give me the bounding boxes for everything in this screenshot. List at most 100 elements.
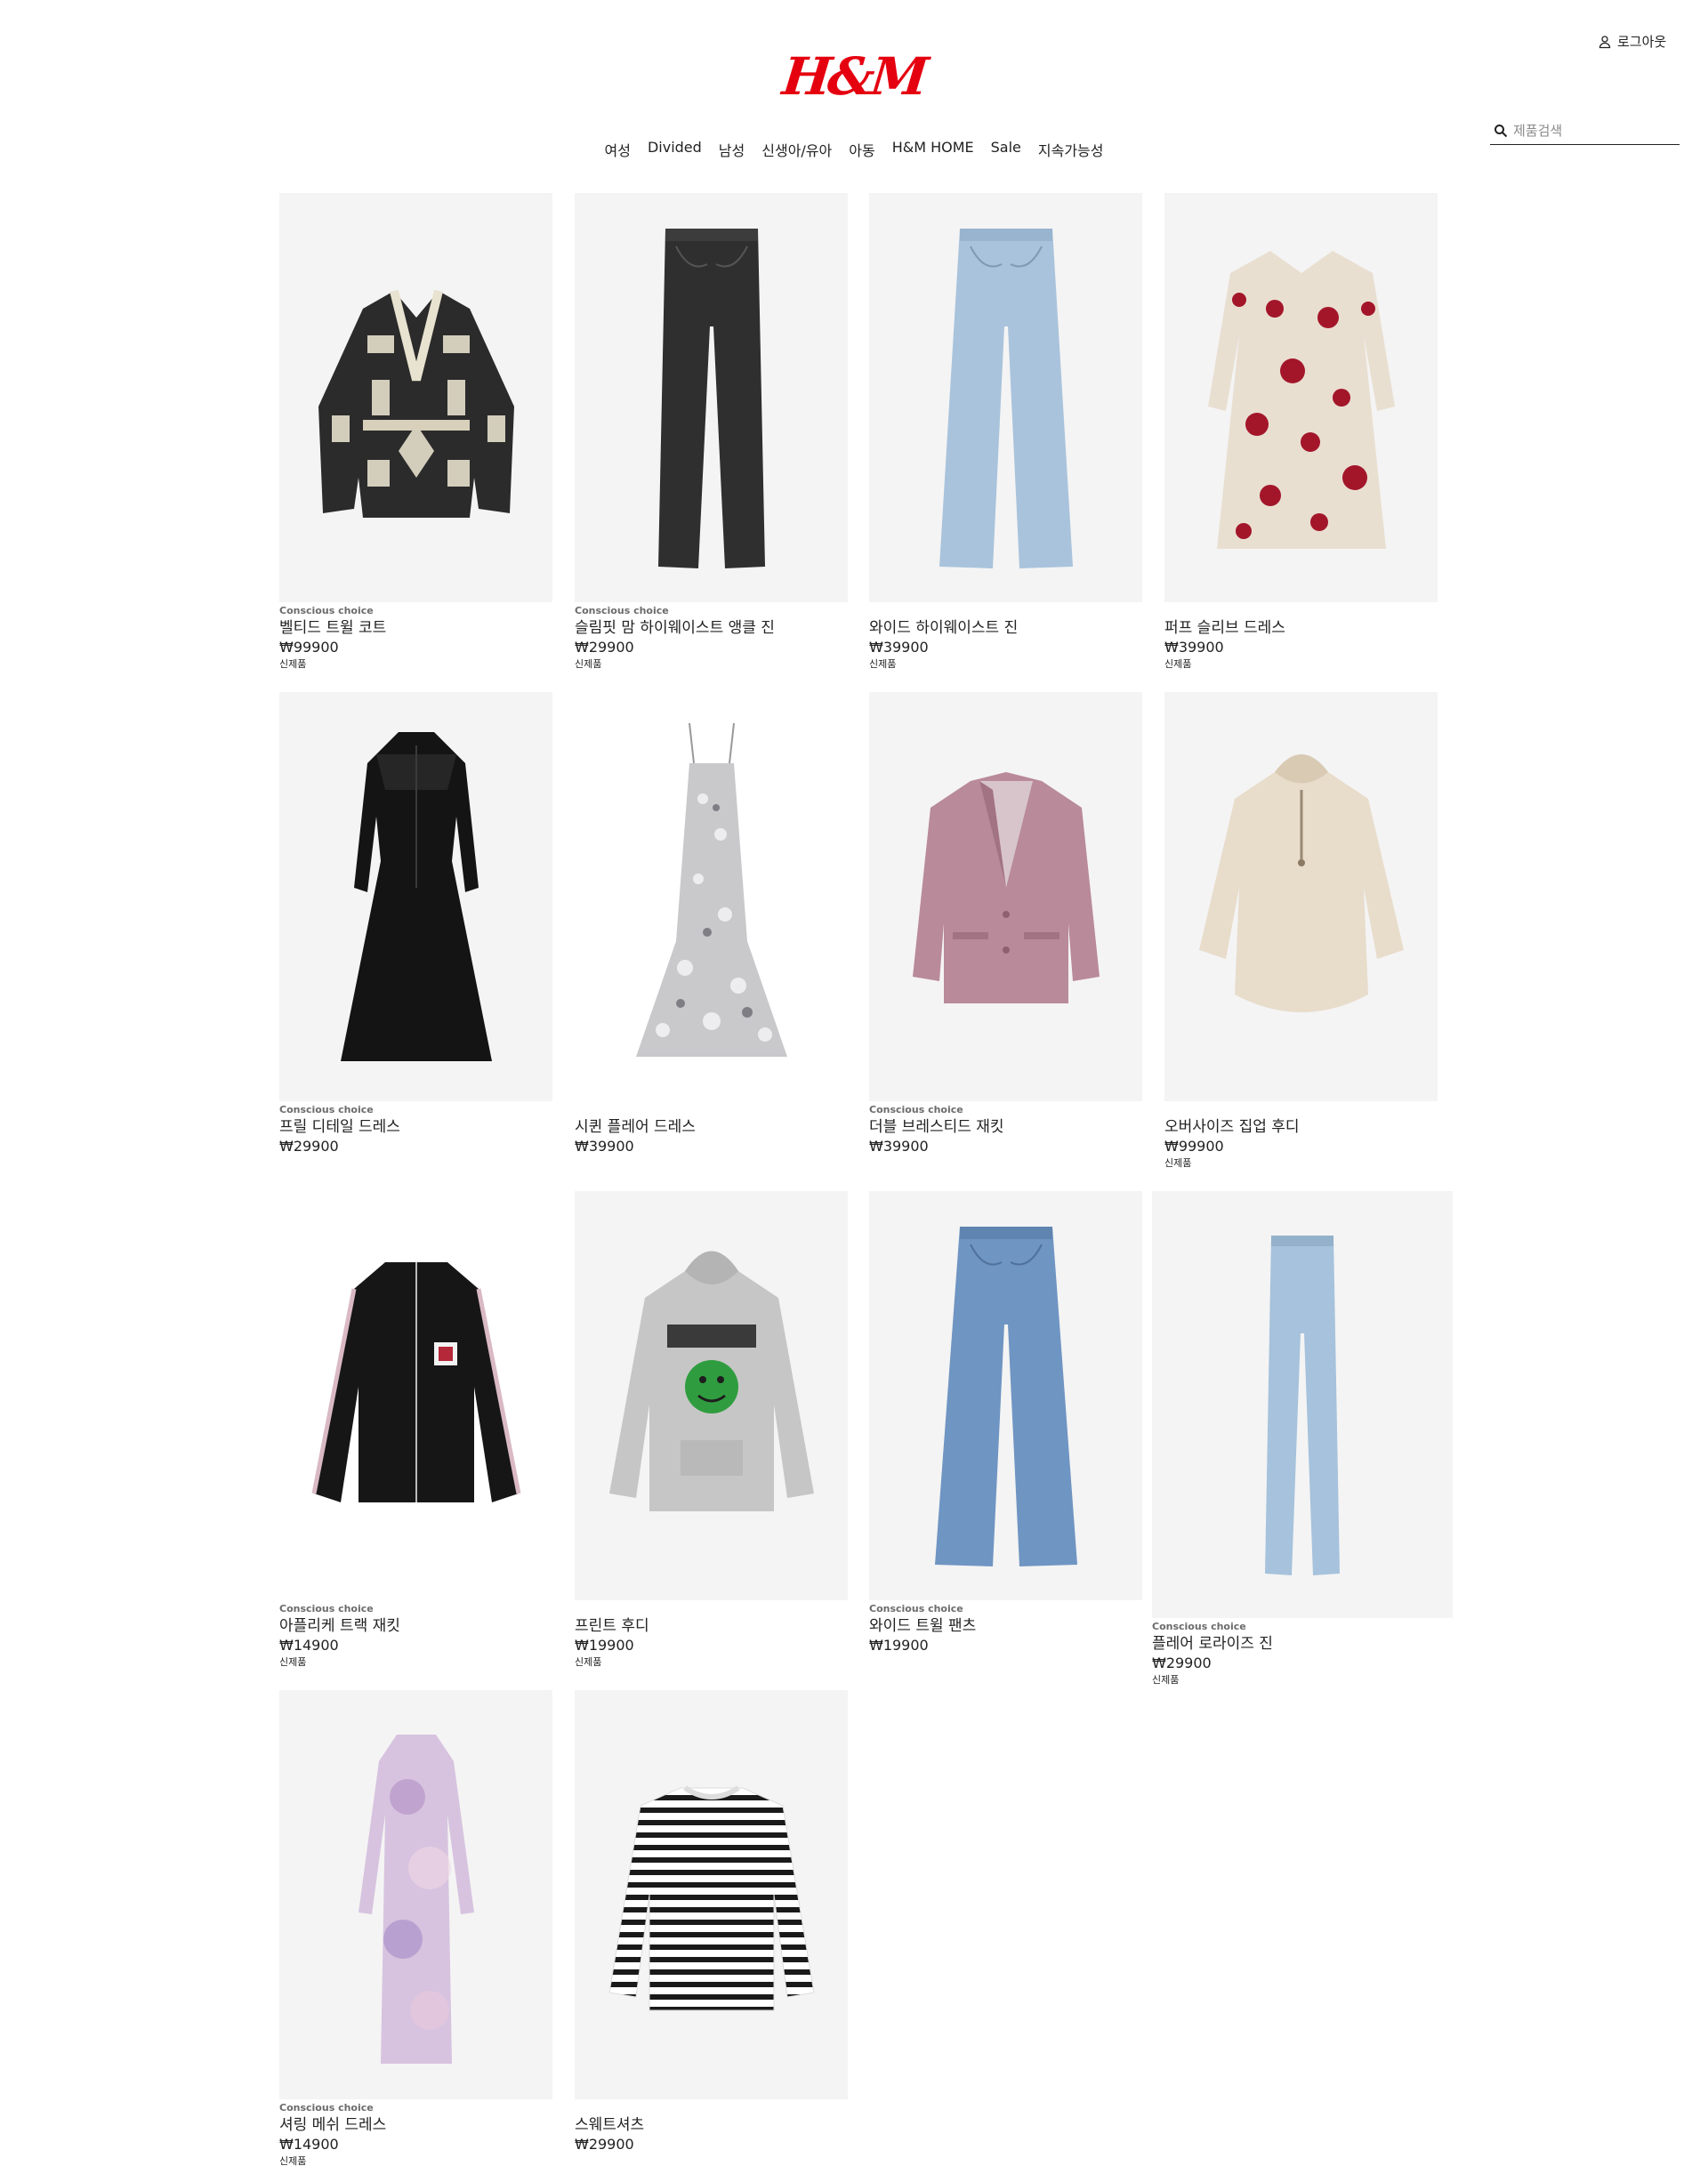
product-name[interactable]: 아플리케 트랙 재킷	[279, 1616, 552, 1636]
product-name[interactable]: 프린트 후디	[575, 1616, 848, 1636]
product-price: ₩29900	[1152, 1655, 1212, 1671]
conscious-choice-badge	[575, 2101, 848, 2114]
product-card: Conscious choice 아플리케 트랙 재킷 ₩14900 신제품	[279, 1191, 552, 1670]
search-input[interactable]	[1513, 123, 1673, 139]
conscious-choice-badge: Conscious choice	[279, 1104, 374, 1115]
nav-item-sustainability[interactable]: 지속가능성	[1038, 139, 1104, 160]
product-image[interactable]	[869, 692, 1142, 1101]
conscious-choice-badge: Conscious choice	[279, 605, 374, 616]
product-name[interactable]: 퍼프 슬리브 드레스	[1164, 618, 1438, 638]
product-image[interactable]	[1164, 193, 1438, 602]
product-image[interactable]	[575, 1191, 848, 1600]
product-image[interactable]	[869, 193, 1142, 602]
search-icon[interactable]	[1494, 124, 1508, 138]
nav-item-sale[interactable]: Sale	[991, 139, 1021, 160]
product-name[interactable]: 시퀸 플레어 드레스	[575, 1117, 848, 1137]
new-tag: 신제품	[575, 658, 602, 670]
conscious-choice-badge	[575, 1602, 848, 1615]
product-card: 오버사이즈 집업 후디 ₩99900 신제품	[1164, 692, 1438, 1171]
product-price: ₩39900	[869, 1138, 929, 1155]
brand-logo[interactable]: H&M	[0, 46, 1708, 107]
product-card: Conscious choice 더블 브레스티드 재킷 ₩39900	[869, 692, 1142, 1156]
patterned-belted-coat-image	[318, 289, 514, 518]
product-name[interactable]: 와이드 하이웨이스트 진	[869, 618, 1142, 638]
product-card: 시퀸 플레어 드레스 ₩39900	[575, 692, 848, 1156]
product-name[interactable]: 더블 브레스티드 재킷	[869, 1117, 1142, 1137]
conscious-choice-badge	[575, 1103, 848, 1116]
product-price: ₩39900	[869, 639, 929, 656]
new-tag: 신제품	[279, 658, 307, 670]
beige-fleece-hoodie-image	[1198, 754, 1404, 1012]
tie-dye-mesh-dress-image	[358, 1735, 474, 2064]
product-card: Conscious choice 와이드 트윌 팬츠 ₩19900	[869, 1191, 1142, 1655]
new-tag: 신제품	[279, 1656, 307, 1668]
new-tag: 신제품	[869, 658, 897, 670]
product-price: ₩29900	[575, 639, 634, 656]
conscious-choice-badge: Conscious choice	[575, 605, 669, 616]
nav-item-men[interactable]: 남성	[719, 139, 745, 160]
conscious-choice-badge: Conscious choice	[279, 1603, 374, 1614]
product-card: Conscious choice 플레어 로라이즈 진 ₩29900 신제품	[1152, 1191, 1453, 1687]
product-price: ₩99900	[279, 639, 339, 656]
product-image[interactable]	[279, 692, 552, 1101]
logo-text: H&M	[779, 46, 929, 107]
product-price: ₩29900	[279, 1138, 339, 1155]
product-price: ₩19900	[869, 1637, 929, 1654]
grey-print-hoodie-image	[608, 1251, 814, 1511]
new-tag: 신제품	[1164, 658, 1192, 670]
nav-item-home[interactable]: H&M HOME	[892, 139, 974, 160]
product-name[interactable]: 와이드 트윌 팬츠	[869, 1616, 1142, 1636]
product-image[interactable]	[869, 1191, 1142, 1600]
product-card: 퍼프 슬리브 드레스 ₩39900 신제품	[1164, 193, 1438, 672]
conscious-choice-badge: Conscious choice	[869, 1603, 963, 1614]
product-image[interactable]	[575, 692, 848, 1101]
product-image[interactable]	[1152, 1191, 1453, 1618]
black-track-jacket-image	[311, 1262, 520, 1502]
product-image[interactable]	[575, 1690, 848, 2099]
product-name[interactable]: 플레어 로라이즈 진	[1152, 1634, 1453, 1654]
product-listing-page: 로그아웃 H&M 여성 Divided 남성 신생아/유아 아동 H&M HOM…	[0, 0, 1708, 2174]
red-floral-dress-image	[1207, 251, 1395, 549]
product-name[interactable]: 프릴 디테일 드레스	[279, 1117, 552, 1137]
product-name[interactable]: 오버사이즈 집업 후디	[1164, 1117, 1438, 1137]
conscious-choice-badge	[1164, 604, 1438, 617]
product-image[interactable]	[279, 1690, 552, 2099]
product-price: ₩14900	[279, 2136, 339, 2153]
product-card: Conscious choice 프릴 디테일 드레스 ₩29900	[279, 692, 552, 1156]
product-price: ₩39900	[1164, 639, 1224, 656]
new-tag: 신제품	[575, 1656, 602, 1668]
product-card: 와이드 하이웨이스트 진 ₩39900 신제품	[869, 193, 1142, 672]
product-card: 스웨트셔츠 ₩29900	[575, 1690, 848, 2154]
nav-item-baby[interactable]: 신생아/유아	[761, 139, 832, 160]
striped-sweatshirt-image	[608, 1785, 815, 2011]
main-nav: 여성 Divided 남성 신생아/유아 아동 H&M HOME Sale 지속…	[0, 139, 1708, 160]
conscious-choice-badge: Conscious choice	[1152, 1621, 1246, 1632]
flare-jeans-image	[1265, 1236, 1340, 1575]
nav-item-kids[interactable]: 아동	[849, 139, 874, 160]
nav-item-women[interactable]: 여성	[605, 139, 631, 160]
light-wide-jeans-image	[939, 229, 1073, 568]
product-image[interactable]	[279, 1191, 552, 1600]
product-image[interactable]	[1164, 692, 1438, 1101]
product-name[interactable]: 셔링 메쉬 드레스	[279, 2115, 552, 2135]
new-tag: 신제품	[279, 2155, 307, 2167]
silver-sequin-dress-image	[635, 722, 787, 1057]
product-image[interactable]	[575, 193, 848, 602]
search-bar	[1490, 123, 1680, 145]
conscious-choice-badge	[869, 604, 1142, 617]
pink-blazer-image	[912, 772, 1100, 1003]
product-card: Conscious choice 셔링 메쉬 드레스 ₩14900 신제품	[279, 1690, 552, 2169]
black-frill-dress-image	[340, 732, 492, 1061]
product-name[interactable]: 스웨트셔츠	[575, 2115, 848, 2135]
product-image[interactable]	[279, 193, 552, 602]
conscious-choice-badge: Conscious choice	[279, 2102, 374, 2114]
product-name[interactable]: 벨티드 트윌 코트	[279, 618, 552, 638]
product-price: ₩19900	[575, 1637, 634, 1654]
product-card: 프린트 후디 ₩19900 신제품	[575, 1191, 848, 1670]
nav-item-divided[interactable]: Divided	[648, 139, 702, 160]
product-name[interactable]: 슬림핏 맘 하이웨이스트 앵클 진	[575, 618, 848, 638]
new-tag: 신제품	[1152, 1674, 1180, 1686]
product-price: ₩99900	[1164, 1138, 1224, 1155]
product-card: Conscious choice 슬림핏 맘 하이웨이스트 앵클 진 ₩2990…	[575, 193, 848, 672]
black-jeans-image	[657, 229, 765, 568]
